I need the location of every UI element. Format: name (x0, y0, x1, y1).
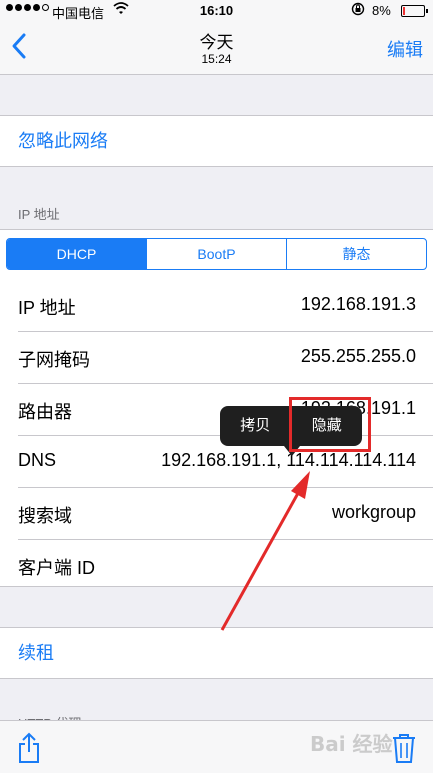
copy-menu-item[interactable]: 拷贝 (220, 406, 291, 446)
client-id-row: 客户端 ID (18, 540, 433, 591)
tab-static[interactable]: 静态 (286, 239, 426, 269)
row-label: 客户端 ID (18, 558, 96, 578)
trash-icon[interactable] (392, 733, 416, 763)
status-time: 16:10 (199, 3, 234, 18)
navigation-bar: 今天 15:24 编辑 (0, 22, 433, 75)
ip-mode-segmented-control: DHCP BootP 静态 (6, 238, 427, 270)
row-label: 搜索域 (18, 506, 72, 526)
page-title: 今天 (199, 33, 234, 52)
ip-address-row: IP 地址 192.168.191.3 (18, 280, 433, 332)
renew-lease-button[interactable]: 续租 (0, 628, 433, 678)
baidu-watermark: Bai 经验 (310, 732, 393, 756)
row-value[interactable]: 192.168.191.3 (301, 294, 416, 315)
renew-lease-group: 续租 (0, 627, 433, 679)
edit-button[interactable]: 编辑 (387, 36, 423, 62)
battery-icon (401, 5, 428, 17)
page-subtitle: 15:24 (201, 52, 232, 66)
row-label: DNS (18, 450, 57, 470)
subnet-mask-row: 子网掩码 255.255.255.0 (18, 332, 433, 384)
tab-dhcp[interactable]: DHCP (7, 239, 146, 269)
forget-network-group: 忽略此网络 (0, 115, 433, 167)
search-domain-row: 搜索域 workgroup (18, 488, 433, 540)
forget-network-button[interactable]: 忽略此网络 (0, 116, 433, 166)
row-label: 子网掩码 (18, 350, 90, 370)
share-icon[interactable] (16, 732, 42, 764)
battery-percent: 8% (372, 3, 391, 18)
row-label: IP 地址 (18, 298, 76, 318)
tab-bootp[interactable]: BootP (146, 239, 286, 269)
row-value[interactable]: workgroup (332, 502, 416, 523)
row-value[interactable]: 255.255.255.0 (301, 346, 416, 367)
rotation-lock-icon (350, 2, 366, 19)
row-label: 路由器 (18, 402, 72, 422)
status-bar: 中国电信 16:10 8% (0, 0, 433, 22)
annotation-highlight-box (289, 397, 371, 452)
ip-section-header: IP 地址 (18, 207, 60, 222)
